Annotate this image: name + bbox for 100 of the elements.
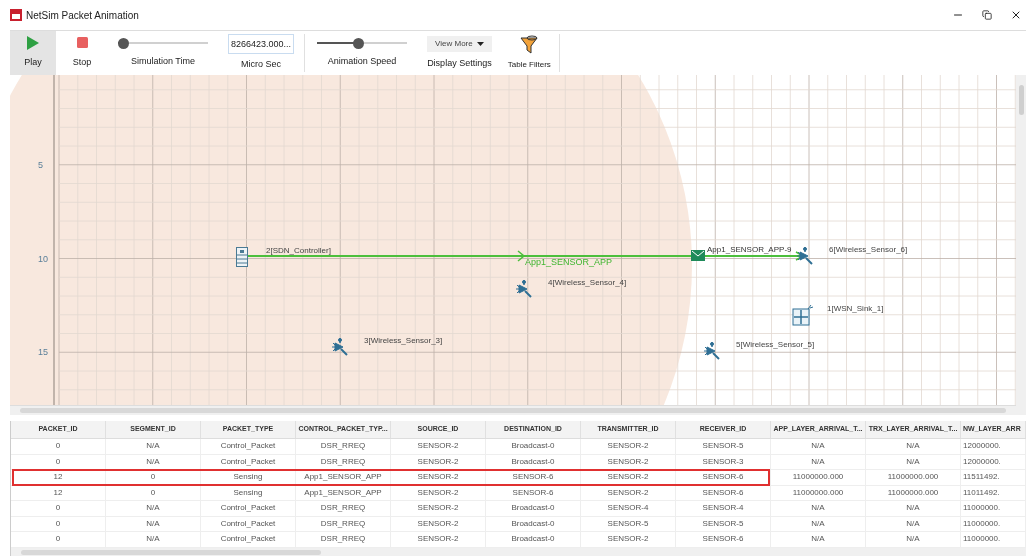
table-cell: SENSOR-4 xyxy=(581,501,676,516)
stop-button[interactable]: Stop xyxy=(60,31,104,75)
table-cell: DSR_RREQ xyxy=(296,501,391,516)
sensor-icon xyxy=(331,338,349,356)
view-more-dropdown[interactable]: View More xyxy=(427,35,492,52)
table-cell: 11000000. xyxy=(961,532,1026,547)
table-cell: Control_Packet xyxy=(201,516,296,531)
app-icon xyxy=(10,9,22,21)
node-label: 4[Wireless_Sensor_4] xyxy=(548,277,627,289)
table-cell: N/A xyxy=(106,532,201,547)
node-label: 2[SDN_Controller] xyxy=(266,245,331,257)
table-cell: SENSOR-2 xyxy=(391,485,486,500)
server-icon xyxy=(236,247,248,267)
axis-label: 10 xyxy=(38,252,48,266)
table-cell: Sensing xyxy=(201,485,296,500)
table-cell: DSR_RREQ xyxy=(296,439,391,454)
table-cell: N/A xyxy=(106,439,201,454)
simulation-time-label: Simulation Time xyxy=(131,55,195,69)
table-cell: N/A xyxy=(866,501,961,516)
table-cell: 0 xyxy=(106,485,201,500)
table-cell: N/A xyxy=(866,516,961,531)
axis-label: 15 xyxy=(38,346,48,359)
table-cell: N/A xyxy=(866,454,961,469)
table-cell: N/A xyxy=(771,501,866,516)
table-cell: Broadcast-0 xyxy=(486,439,581,454)
table-cell: 11000000.000 xyxy=(771,470,866,485)
table-cell: App1_SENSOR_APP xyxy=(296,485,391,500)
table-cell: Sensing xyxy=(201,470,296,485)
table-cell: SENSOR-2 xyxy=(391,470,486,485)
restore-icon[interactable] xyxy=(982,10,992,20)
vertical-scrollbar[interactable] xyxy=(1016,75,1026,415)
table-cell: Control_Packet xyxy=(201,454,296,469)
table-cell: SENSOR-6 xyxy=(676,532,771,547)
table-cell: SENSOR-5 xyxy=(676,439,771,454)
table-cell: SENSOR-2 xyxy=(391,516,486,531)
table-filters-button[interactable]: Table Filters xyxy=(507,31,551,75)
node-label: 5[Wireless_Sensor_5] xyxy=(736,339,815,351)
table-cell: SENSOR-2 xyxy=(581,454,676,469)
table-cell: 12 xyxy=(11,470,106,485)
table-cell: SENSOR-6 xyxy=(676,470,771,485)
table-cell: N/A xyxy=(106,454,201,469)
table-cell: SENSOR-2 xyxy=(581,532,676,547)
axis-label: 5 xyxy=(38,159,43,172)
table-cell: Control_Packet xyxy=(201,501,296,516)
table-cell: 0 xyxy=(11,501,106,516)
table-cell: SENSOR-6 xyxy=(486,485,581,500)
table-cell: 12 xyxy=(11,485,106,500)
table-cell: 11000000.000 xyxy=(866,485,961,500)
animation-speed-slider[interactable] xyxy=(317,37,408,50)
table-cell: N/A xyxy=(866,532,961,547)
table-cell: 0 xyxy=(11,516,106,531)
sensor-icon xyxy=(515,280,533,298)
close-icon[interactable] xyxy=(1010,9,1022,21)
table-cell: N/A xyxy=(106,516,201,531)
table-cell: DSR_RREQ xyxy=(296,516,391,531)
table-cell: 0 xyxy=(106,470,201,485)
table-cell: 11000000. xyxy=(961,501,1026,516)
table-cell: 11011492. xyxy=(961,485,1026,500)
table-scrollbar[interactable] xyxy=(11,548,1026,556)
node-label: 6[Wireless_Sensor_6] xyxy=(829,244,908,256)
table-cell: SENSOR-5 xyxy=(676,516,771,531)
caret-icon xyxy=(476,41,484,46)
sensor-icon xyxy=(703,342,721,360)
sink-icon xyxy=(792,304,814,326)
table-cell: Control_Packet xyxy=(201,532,296,547)
table-cell: 11000000.000 xyxy=(771,485,866,500)
window-title: NetSim Packet Animation xyxy=(26,8,139,23)
table-cell: N/A xyxy=(771,454,866,469)
table-cell: DSR_RREQ xyxy=(296,454,391,469)
table-cell: N/A xyxy=(771,532,866,547)
table-cell: SENSOR-4 xyxy=(676,501,771,516)
table-cell: SENSOR-3 xyxy=(676,454,771,469)
table-cell: DSR_RREQ xyxy=(296,532,391,547)
table-cell: 0 xyxy=(11,454,106,469)
table-cell: N/A xyxy=(866,439,961,454)
sensor-icon xyxy=(796,247,814,265)
table-cell: SENSOR-2 xyxy=(391,454,486,469)
envelope-icon xyxy=(691,250,705,261)
table-cell: SENSOR-6 xyxy=(486,470,581,485)
animation-speed-label: Animation Speed xyxy=(327,55,397,69)
table-cell: 12000000. xyxy=(961,439,1026,454)
table-cell: SENSOR-2 xyxy=(391,439,486,454)
table-cell: Broadcast-0 xyxy=(486,516,581,531)
table-cell: 11000000.000 xyxy=(866,470,961,485)
play-button[interactable]: Play xyxy=(10,31,56,75)
table-cell: Broadcast-0 xyxy=(486,501,581,516)
simulation-time-slider[interactable] xyxy=(118,37,208,50)
link-label: App1_SENSOR_APP xyxy=(525,256,613,269)
table-cell: SENSOR-2 xyxy=(581,470,676,485)
table-cell: SENSOR-2 xyxy=(581,485,676,500)
horizontal-scrollbar[interactable] xyxy=(10,405,1016,415)
table-cell: 11000000. xyxy=(961,516,1026,531)
table-cell: 12000000. xyxy=(961,454,1026,469)
table-cell: App1_SENSOR_APP xyxy=(296,470,391,485)
display-settings-label: Display Settings xyxy=(427,56,492,70)
time-field[interactable]: 8266423.000... xyxy=(228,34,295,55)
play-icon xyxy=(27,36,39,51)
time-unit-label: Micro Sec xyxy=(241,58,282,72)
table-cell: N/A xyxy=(771,439,866,454)
table-cell: 0 xyxy=(11,439,106,454)
